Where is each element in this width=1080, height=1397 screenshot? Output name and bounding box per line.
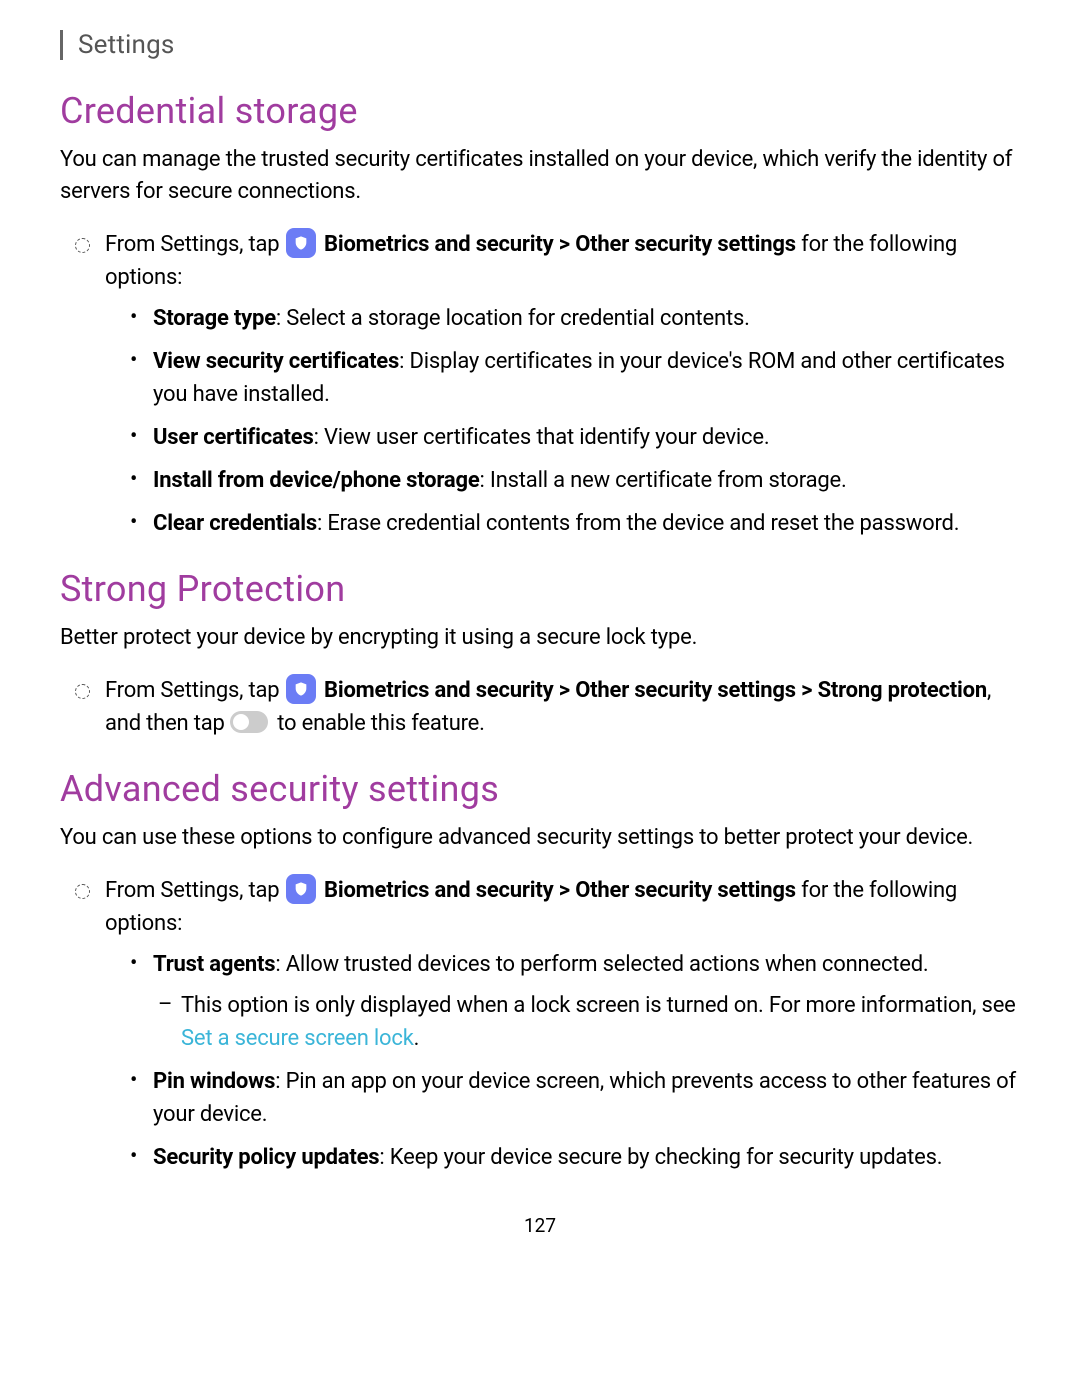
- item-text: : Allow trusted devices to perform selec…: [275, 952, 928, 977]
- item-label: User certificates: [153, 425, 314, 450]
- list-item: User certificates: View user certificate…: [153, 421, 1020, 454]
- text: From Settings, tap: [105, 232, 285, 257]
- item-label: Trust agents: [153, 952, 275, 977]
- gt: >: [553, 878, 575, 903]
- list-item: Storage type: Select a storage location …: [153, 302, 1020, 335]
- nav-biometrics: Biometrics and security: [324, 878, 554, 903]
- gt: >: [553, 232, 575, 257]
- nav-biometrics: Biometrics and security: [324, 678, 554, 703]
- text: to enable this feature.: [272, 711, 485, 736]
- breadcrumb: Settings: [78, 30, 1020, 60]
- gt: >: [553, 678, 575, 703]
- section-title-strong: Strong Protection: [60, 568, 1020, 610]
- nav-other-security: Other security settings: [575, 878, 796, 903]
- section-title-credential: Credential storage: [60, 90, 1020, 132]
- section-credential-storage: Credential storage You can manage the tr…: [60, 90, 1020, 540]
- item-text: : Select a storage location for credenti…: [276, 306, 750, 331]
- shield-icon: [286, 874, 316, 904]
- item-label: View security certificates: [153, 349, 399, 374]
- list-item: Install from device/phone storage: Insta…: [153, 464, 1020, 497]
- nav-other-security: Other security settings: [575, 678, 796, 703]
- text: From Settings, tap: [105, 678, 285, 703]
- item-text: : Keep your device secure by checking fo…: [379, 1145, 942, 1170]
- section-title-advanced: Advanced security settings: [60, 768, 1020, 810]
- list-item: Pin windows: Pin an app on your device s…: [153, 1065, 1020, 1131]
- instruction-strong: From Settings, tap Biometrics and securi…: [105, 674, 1020, 740]
- item-label: Install from device/phone storage: [153, 468, 480, 493]
- nav-strong-protection: Strong protection: [818, 678, 987, 703]
- nav-biometrics: Biometrics and security: [324, 232, 554, 257]
- item-label: Storage type: [153, 306, 276, 331]
- item-label: Pin windows: [153, 1069, 275, 1094]
- shield-icon: [286, 228, 316, 258]
- instruction-advanced: From Settings, tap Biometrics and securi…: [105, 874, 1020, 1174]
- list-item: Security policy updates: Keep your devic…: [153, 1141, 1020, 1174]
- sub-suffix: .: [414, 1026, 420, 1051]
- item-text: : Install a new certificate from storage…: [480, 468, 847, 493]
- list-item: Trust agents: Allow trusted devices to p…: [153, 948, 1020, 1055]
- instruction-credential: From Settings, tap Biometrics and securi…: [105, 228, 1020, 540]
- section-intro-advanced: You can use these options to configure a…: [60, 822, 1020, 854]
- option-list-credential: Storage type: Select a storage location …: [153, 302, 1020, 540]
- section-intro-strong: Better protect your device by encrypting…: [60, 622, 1020, 654]
- item-text: : Pin an app on your device screen, whic…: [153, 1069, 1016, 1127]
- nav-other-security: Other security settings: [575, 232, 796, 257]
- item-label: Security policy updates: [153, 1145, 379, 1170]
- section-advanced-security: Advanced security settings You can use t…: [60, 768, 1020, 1174]
- gt: >: [796, 678, 818, 703]
- section-intro-credential: You can manage the trusted security cert…: [60, 144, 1020, 208]
- shield-icon: [286, 674, 316, 704]
- text: From Settings, tap: [105, 878, 285, 903]
- header-border: Settings: [60, 30, 1020, 60]
- sub-text: This option is only displayed when a loc…: [181, 993, 1016, 1018]
- option-list-advanced: Trust agents: Allow trusted devices to p…: [153, 948, 1020, 1174]
- toggle-icon: [230, 711, 268, 733]
- sub-item: This option is only displayed when a loc…: [181, 989, 1020, 1055]
- sub-list: This option is only displayed when a loc…: [181, 989, 1020, 1055]
- section-strong-protection: Strong Protection Better protect your de…: [60, 568, 1020, 740]
- list-item: Clear credentials: Erase credential cont…: [153, 507, 1020, 540]
- link-secure-screen-lock[interactable]: Set a secure screen lock: [181, 1026, 414, 1051]
- item-label: Clear credentials: [153, 511, 317, 536]
- page-number: 127: [60, 1214, 1020, 1237]
- item-text: : Erase credential contents from the dev…: [317, 511, 959, 536]
- list-item: View security certificates: Display cert…: [153, 345, 1020, 411]
- item-text: : View user certificates that identify y…: [314, 425, 770, 450]
